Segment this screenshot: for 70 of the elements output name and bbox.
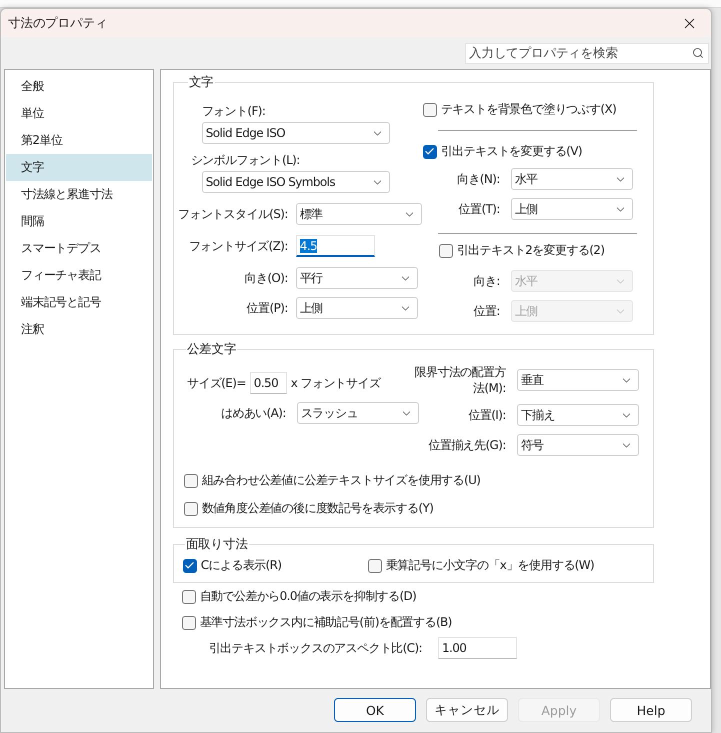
checkbox-label: 自動で公差から0.0値の表示を抑制する(D) <box>200 588 416 605</box>
size-field[interactable]: 0.50 <box>250 372 287 394</box>
checkbox-label: 基準寸法ボックス内に補助記号(前)を配置する(B) <box>200 614 452 631</box>
font-size-field[interactable]: 4.5 <box>296 235 375 257</box>
dropdown[interactable]: 垂直 <box>516 369 639 391</box>
checkmark-icon <box>184 560 196 571</box>
window-title: 寸法のプロパティ <box>8 14 108 32</box>
sidebar-item[interactable]: フィーチャ表記 <box>6 262 152 289</box>
field-label: 位置揃え先(G): <box>427 436 506 454</box>
checkbox[interactable] <box>438 244 453 258</box>
sidebar-item[interactable]: 第2単位 <box>6 127 152 154</box>
sidebar-item[interactable]: 寸法線と累進寸法 <box>6 181 152 208</box>
dropdown[interactable]: 平行 <box>296 267 418 289</box>
sidebar-item[interactable]: 全般 <box>6 73 152 100</box>
dialog-button[interactable]: キャンセル <box>426 698 508 722</box>
field-label: 位置(P): <box>246 300 288 316</box>
dropdown[interactable]: 符号 <box>516 434 639 456</box>
checkbox-label: 数値角度公差値の後に度数記号を表示する(Y) <box>202 500 434 517</box>
checkbox[interactable] <box>182 558 197 572</box>
dropdown[interactable]: 水平 <box>510 168 633 190</box>
dropdown[interactable]: Solid Edge ISO Symbols <box>202 171 390 193</box>
field-label: 向き: <box>472 272 500 290</box>
sidebar-item[interactable]: 文字 <box>6 154 152 181</box>
checkbox[interactable] <box>368 558 382 572</box>
dialog-button[interactable]: Help <box>610 698 692 722</box>
field-label: 位置(I): <box>467 406 506 424</box>
dropdown[interactable]: 上側 <box>510 198 633 220</box>
field-label: 向き(N): <box>456 170 500 188</box>
checkbox-label: 引出テキスト2を変更する(2) <box>456 242 604 259</box>
group-title: 面取り寸法 <box>184 536 249 553</box>
checkbox-label: 組み合わせ公差値に公差テキストサイズを使用する(U) <box>202 472 480 489</box>
checkmark-icon <box>424 146 436 157</box>
aspect-ratio-field[interactable]: 1.00 <box>438 637 517 659</box>
field-label: フォントサイズ(Z): <box>188 238 288 254</box>
checkbox[interactable] <box>422 102 437 116</box>
field-label: フォントスタイル(S): <box>178 206 288 222</box>
field-label: 位置(T): <box>458 200 500 218</box>
field-label: フォント(F): <box>202 103 266 120</box>
checkbox-label: テキストを背景色で塗りつぶす(X) <box>440 101 616 118</box>
checkbox[interactable] <box>182 616 196 630</box>
search-icon <box>692 47 704 59</box>
checkbox-label: 引出テキストを変更する(V) <box>440 143 582 160</box>
field-label: x フォントサイズ <box>290 374 380 392</box>
field-label: 引出テキストボックスのアスペクト比(C): <box>208 640 422 656</box>
sidebar-item[interactable]: スマートデプス <box>6 235 152 262</box>
field-label: シンボルフォント(L): <box>190 152 301 169</box>
dropdown[interactable]: 標準 <box>296 203 422 225</box>
checkbox-label: Cによる表示(R) <box>200 557 282 574</box>
search-field[interactable]: 入力してプロパティを検索 <box>465 42 709 64</box>
dropdown[interactable]: スラッシュ <box>296 402 419 424</box>
sidebar-item[interactable]: 端末記号と記号 <box>6 289 152 316</box>
checkbox[interactable] <box>184 502 198 516</box>
field-label: はめあい(A): <box>220 404 286 422</box>
dialog-button[interactable]: OK <box>334 698 416 722</box>
checkbox-label: 乗算記号に小文字の「x」を使用する(W) <box>386 557 594 574</box>
checkbox[interactable] <box>182 590 196 604</box>
dropdown[interactable]: 下揃え <box>516 404 639 426</box>
dropdown[interactable]: Solid Edge ISO <box>202 122 390 144</box>
group-title: 公差文字 <box>186 341 238 358</box>
sidebar-item[interactable]: 注釈 <box>6 316 152 343</box>
sidebar-item[interactable]: 間隔 <box>6 208 152 235</box>
checkbox[interactable] <box>184 474 198 488</box>
field-label: サイズ(E)= <box>186 374 246 392</box>
field-label: 向き(O): <box>244 270 288 286</box>
sidebar-item[interactable]: 単位 <box>6 100 152 127</box>
field-label: 限界寸法の配置方法(M): <box>414 364 506 396</box>
group-title: 文字 <box>188 74 215 91</box>
checkbox[interactable] <box>422 144 437 158</box>
dropdown[interactable]: 上側 <box>296 297 418 319</box>
field-label: 位置: <box>472 302 500 320</box>
